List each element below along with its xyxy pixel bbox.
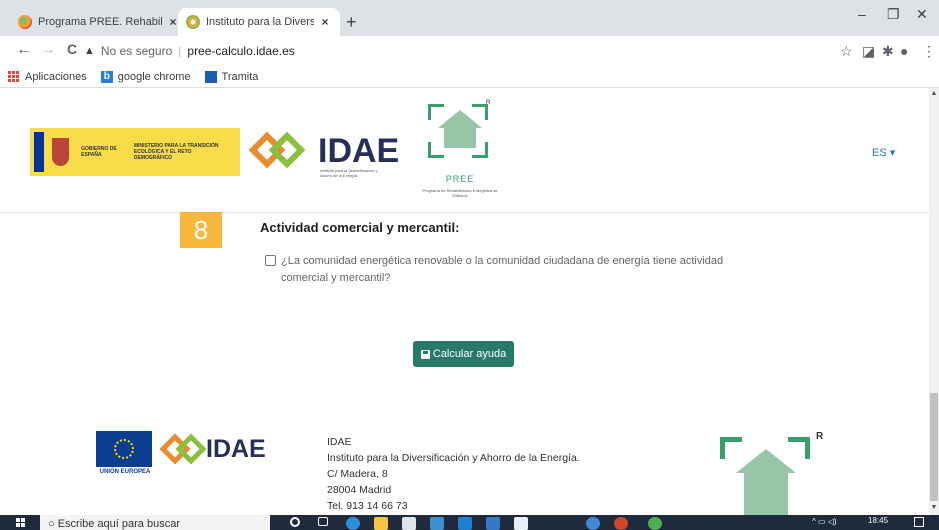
tramita-icon: [204, 70, 217, 83]
bookmark-label: google chrome: [117, 70, 191, 83]
pree-logo: R PREE Programa de Rehabilitación Energé…: [420, 100, 500, 200]
maximize-button[interactable]: ❐: [887, 6, 900, 23]
powerpoint-icon[interactable]: [614, 517, 628, 530]
tab-programa-pree[interactable]: Programa PREE. Rehabilitación E ×: [10, 8, 188, 36]
idae-favicon-icon: [186, 15, 200, 29]
bookmark-label: Tramita: [221, 70, 259, 83]
scroll-down-icon[interactable]: ▼: [929, 504, 939, 511]
footer-registered-mark: R: [816, 431, 824, 442]
pree-favicon-icon: [18, 15, 32, 29]
footer-full-name: Instituto para la Diversificación y Ahor…: [327, 452, 580, 464]
extension-icon[interactable]: ◪: [862, 43, 875, 60]
tab-title: Programa PREE. Rehabilitación E: [38, 16, 162, 28]
idae-logo-text: IDAE: [318, 132, 400, 170]
tab-title: Instituto para la Diversificación y: [206, 16, 314, 28]
apps-grid-icon: [8, 70, 20, 83]
forward-button[interactable]: →: [38, 41, 58, 59]
tray-icons[interactable]: ^ ▭ ◁): [812, 517, 837, 526]
save-icon: [420, 349, 430, 359]
footer-contact: IDAE Instituto para la Diversificación y…: [327, 434, 580, 514]
notifications-icon[interactable]: [914, 517, 924, 527]
header-divider: [0, 212, 929, 213]
browser-toolbar: ← → C ▲ No es seguro | pree-calculo.idae…: [0, 36, 939, 66]
calcular-ayuda-label: Calcular ayuda: [432, 348, 507, 360]
bing-icon: b: [100, 70, 113, 83]
footer-idae-text: IDAE: [206, 435, 266, 463]
bookmark-apps[interactable]: Aplicaciones: [8, 70, 87, 83]
page-scrollbar[interactable]: ▲ ▼: [929, 88, 939, 515]
gobierno-text: GOBIERNO DE ESPAÑA: [81, 146, 117, 158]
idae-logo-subtitle: Instituto para la Diversificación y Ahor…: [320, 168, 378, 178]
gobierno-logo: GOBIERNO DE ESPAÑA MINISTERIO PARA LA TR…: [30, 128, 240, 176]
eu-flag-icon: [34, 132, 44, 172]
question-title: Actividad comercial y mercantil:: [260, 220, 460, 235]
idae-logo-icon: [248, 131, 308, 171]
store-icon[interactable]: [402, 517, 416, 530]
ie-icon[interactable]: [586, 517, 600, 530]
footer-org: IDAE: [327, 436, 352, 448]
clock: 18:45: [868, 516, 889, 525]
minimize-button[interactable]: –: [858, 6, 866, 22]
registered-mark: R: [486, 100, 491, 106]
new-tab-button[interactable]: +: [346, 12, 357, 33]
ministerio-text: MINISTERIO PARA LA TRANSICIÓN ECOLÓGICA …: [133, 143, 219, 161]
back-button[interactable]: ←: [14, 41, 34, 59]
chrome-icon[interactable]: [648, 517, 662, 530]
file-explorer-icon[interactable]: [374, 517, 388, 530]
url-text: pree-calculo.idae.es: [187, 44, 295, 58]
commercial-activity-checkbox[interactable]: [265, 255, 276, 266]
address-separator: |: [178, 44, 182, 58]
bookmark-label: Aplicaciones: [25, 70, 87, 83]
footer-city: 28004 Madrid: [327, 484, 392, 496]
footer-phone: Tel. 913 14 66 73: [327, 500, 408, 512]
profile-icon[interactable]: ●: [900, 43, 908, 59]
footer-house-icon: [736, 449, 796, 473]
tab-close-icon[interactable]: ×: [318, 15, 332, 29]
spain-shield-icon: [51, 138, 70, 166]
reload-button[interactable]: C: [62, 41, 82, 57]
edge-icon[interactable]: [346, 517, 360, 530]
question-label[interactable]: ¿La comunidad energética renovable o la …: [281, 253, 771, 287]
app-icon[interactable]: [514, 517, 528, 530]
bookmark-star-icon[interactable]: ☆: [840, 43, 853, 60]
calcular-ayuda-button[interactable]: Calcular ayuda: [413, 341, 514, 367]
security-status: No es seguro: [100, 44, 173, 58]
mail-icon[interactable]: [430, 517, 444, 530]
windows-start-icon[interactable]: [16, 518, 26, 528]
tab-instituto[interactable]: Instituto para la Diversificación y ×: [178, 8, 340, 36]
cortana-icon[interactable]: [290, 517, 300, 527]
task-view-icon[interactable]: [318, 517, 328, 526]
footer-address: C/ Madera, 8: [327, 468, 388, 480]
search-placeholder: Escribe aquí para buscar: [57, 518, 180, 530]
search-icon: ○: [48, 518, 58, 530]
scrollbar-thumb[interactable]: [930, 393, 938, 501]
step-number-badge: 8: [180, 212, 222, 248]
menu-dots-icon[interactable]: ⋮: [922, 43, 936, 60]
taskbar-search[interactable]: ○ Escribe aquí para buscar: [40, 515, 270, 530]
footer-pree-logo: R: [716, 431, 826, 515]
page-content: GOBIERNO DE ESPAÑA MINISTERIO PARA LA TR…: [0, 88, 929, 515]
house-body-icon: [444, 128, 476, 148]
pree-subtitle: Programa de Rehabilitación Energética de…: [422, 188, 498, 198]
pree-label: PREE: [445, 174, 475, 184]
eu-label: UNIÓN EUROPEA: [99, 469, 151, 475]
bookmarks-bar: Aplicaciones b google chrome Tramita: [0, 66, 939, 88]
app-icon[interactable]: [486, 517, 500, 530]
windows-taskbar: ○ Escribe aquí para buscar ^ ▭ ◁) 18:45: [0, 515, 939, 530]
extensions-puzzle-icon[interactable]: ✱: [882, 43, 894, 60]
house-icon: [438, 110, 482, 128]
outlook-icon[interactable]: [458, 517, 472, 530]
close-window-button[interactable]: ✕: [916, 6, 928, 23]
address-bar[interactable]: ▲ No es seguro | pree-calculo.idae.es: [84, 40, 864, 62]
bookmark-google-chrome[interactable]: b google chrome: [100, 70, 191, 83]
eu-flag-icon: [96, 431, 152, 467]
warning-icon: ▲: [84, 45, 95, 57]
browser-tabstrip: Programa PREE. Rehabilitación E × Instit…: [0, 0, 939, 36]
scroll-up-icon[interactable]: ▲: [929, 90, 939, 97]
footer-house-body-icon: [744, 473, 788, 515]
language-selector[interactable]: ES ▾: [872, 146, 895, 159]
bookmark-tramita[interactable]: Tramita: [204, 70, 259, 83]
